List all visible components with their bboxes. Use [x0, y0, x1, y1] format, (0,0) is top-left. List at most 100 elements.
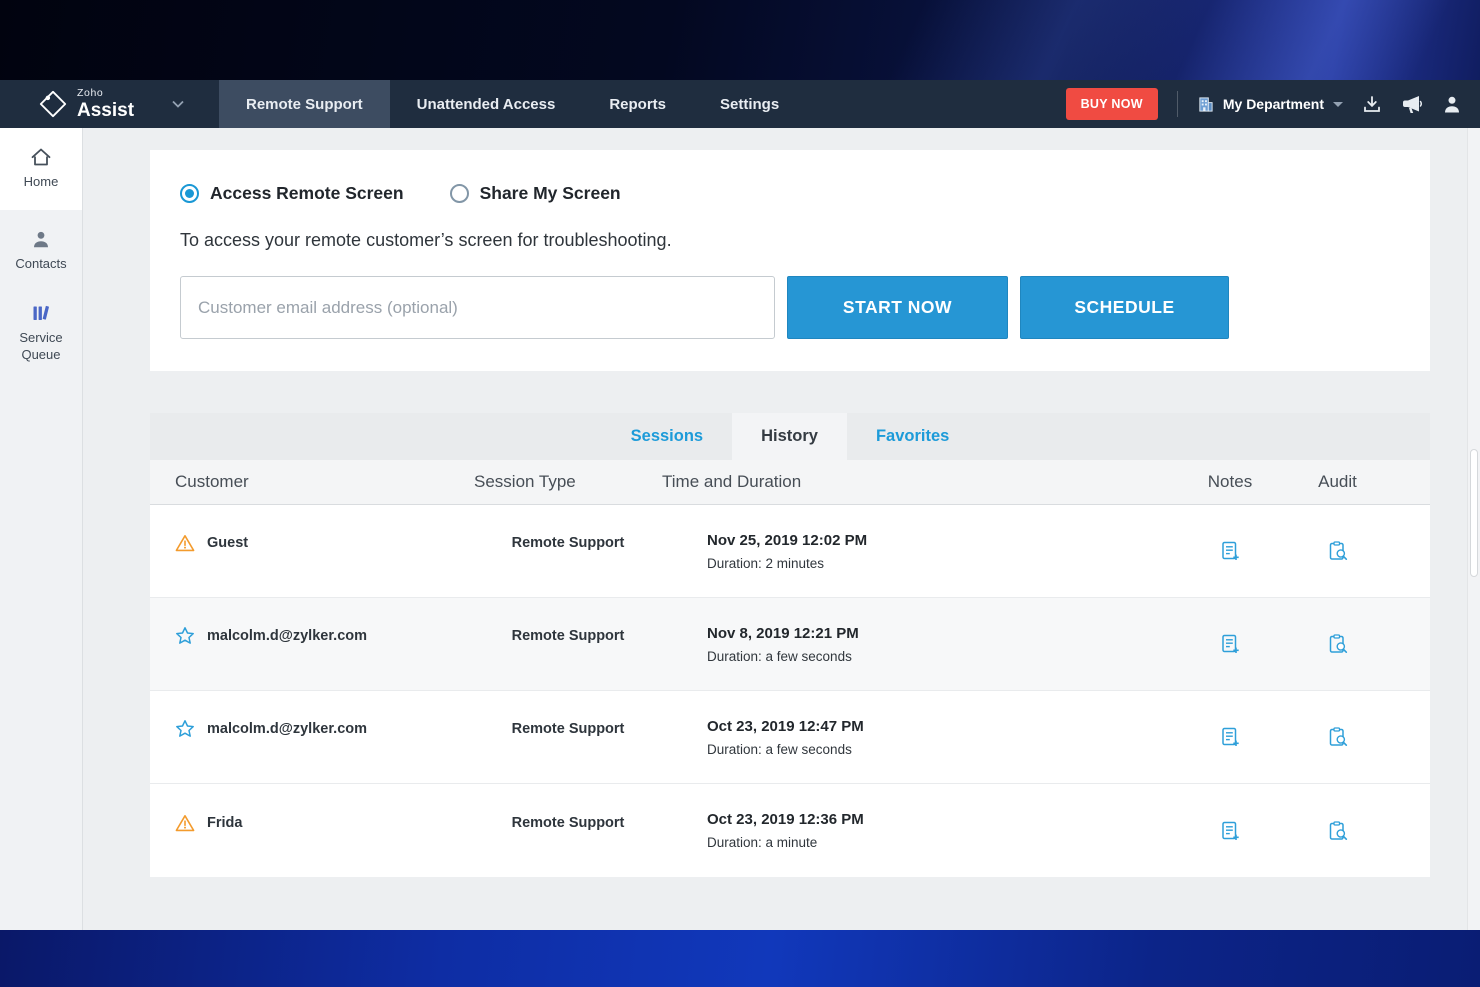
sessions-section: Sessions History Favorites Customer Sess…	[150, 413, 1430, 877]
sidebar-item-label: Contacts	[15, 256, 66, 273]
favorite-star-icon[interactable]	[175, 719, 195, 739]
nav-reports[interactable]: Reports	[582, 80, 693, 128]
chevron-down-icon[interactable]	[172, 100, 184, 108]
header-notes: Notes	[1180, 472, 1280, 492]
panel-description: To access your remote customer’s screen …	[180, 230, 1400, 251]
nav-remote-support[interactable]: Remote Support	[219, 80, 390, 128]
user-icon[interactable]	[1442, 94, 1462, 114]
session-start-form: START NOW SCHEDULE	[180, 276, 1400, 339]
table-header-row: Customer Session Type Time and Duration …	[150, 460, 1430, 505]
desktop-background-bottom	[0, 930, 1480, 987]
radio-share-my-screen[interactable]: Share My Screen	[450, 183, 621, 204]
notes-add-icon[interactable]	[1180, 820, 1280, 842]
session-type: Remote Support	[474, 535, 662, 551]
screen-mode-radios: Access Remote Screen Share My Screen	[180, 183, 1400, 204]
notes-add-icon[interactable]	[1180, 726, 1280, 748]
main-nav: Remote Support Unattended Access Reports…	[219, 80, 806, 128]
radio-label: Access Remote Screen	[210, 183, 404, 204]
time-cell: Nov 25, 2019 12:02 PM Duration: 2 minute…	[662, 532, 1180, 571]
app-window: Zoho Assist Remote Support Unattended Ac…	[0, 80, 1480, 930]
scrollbar-thumb[interactable]	[1470, 449, 1478, 577]
schedule-button[interactable]: SCHEDULE	[1020, 276, 1229, 339]
department-caret-icon	[1333, 102, 1343, 107]
tab-sessions[interactable]: Sessions	[602, 413, 732, 460]
sidebar-item-label: Service Queue	[5, 330, 77, 364]
customer-name: Frida	[207, 815, 242, 831]
session-duration: Duration: 2 minutes	[707, 556, 1180, 571]
time-cell: Oct 23, 2019 12:36 PM Duration: a minute	[662, 811, 1180, 850]
department-label: My Department	[1223, 96, 1324, 112]
main-content: Access Remote Screen Share My Screen To …	[83, 128, 1480, 930]
customer-cell: malcolm.d@zylker.com	[175, 626, 474, 646]
warning-icon	[175, 534, 195, 552]
radio-selected-icon	[180, 184, 199, 203]
tab-history[interactable]: History	[732, 413, 847, 460]
radio-unselected-icon	[450, 184, 469, 203]
home-icon	[30, 147, 52, 167]
header-time-duration: Time and Duration	[662, 472, 1180, 492]
header-session-type: Session Type	[474, 472, 662, 492]
session-type: Remote Support	[474, 628, 662, 644]
session-time: Nov 25, 2019 12:02 PM	[707, 532, 1180, 549]
notes-add-icon[interactable]	[1180, 633, 1280, 655]
table-row: Guest Remote Support Nov 25, 2019 12:02 …	[150, 505, 1430, 598]
time-cell: Oct 23, 2019 12:47 PM Duration: a few se…	[662, 718, 1180, 757]
sidebar-item-contacts[interactable]: Contacts	[0, 210, 82, 292]
brand-zoho: Zoho	[77, 88, 134, 99]
table-row: malcolm.d@zylker.com Remote Support Oct …	[150, 691, 1430, 784]
history-table: Customer Session Type Time and Duration …	[150, 460, 1430, 877]
sidebar-item-label: Home	[24, 174, 59, 191]
left-sidebar: Home Contacts Service Queue	[0, 128, 83, 930]
department-selector[interactable]: My Department	[1197, 96, 1343, 113]
customer-cell: Frida	[175, 814, 474, 832]
sidebar-item-home[interactable]: Home	[0, 128, 82, 210]
app-body: Home Contacts Service Queue	[0, 128, 1480, 930]
announcement-icon[interactable]	[1401, 94, 1423, 114]
tab-favorites[interactable]: Favorites	[847, 413, 978, 460]
notes-add-icon[interactable]	[1180, 540, 1280, 562]
warning-icon	[175, 814, 195, 832]
favorite-star-icon[interactable]	[175, 626, 195, 646]
session-duration: Duration: a few seconds	[707, 742, 1180, 757]
customer-name: Guest	[207, 535, 248, 551]
vertical-scrollbar[interactable]	[1467, 128, 1480, 930]
top-navbar: Zoho Assist Remote Support Unattended Ac…	[0, 80, 1480, 128]
nav-unattended-access[interactable]: Unattended Access	[390, 80, 583, 128]
session-duration: Duration: a few seconds	[707, 649, 1180, 664]
service-queue-icon	[31, 303, 52, 323]
sessions-tabbar: Sessions History Favorites	[150, 413, 1430, 460]
brand-product: Assist	[77, 101, 134, 120]
customer-email-input[interactable]	[180, 276, 775, 339]
radio-access-remote-screen[interactable]: Access Remote Screen	[180, 183, 404, 204]
brand-text: Zoho Assist	[77, 88, 134, 120]
building-icon	[1197, 96, 1214, 113]
download-icon[interactable]	[1362, 94, 1382, 114]
table-row: malcolm.d@zylker.com Remote Support Nov …	[150, 598, 1430, 691]
audit-view-icon[interactable]	[1280, 726, 1395, 748]
zoho-assist-logo-icon	[38, 89, 68, 119]
brand[interactable]: Zoho Assist	[0, 80, 219, 128]
navbar-divider	[1177, 91, 1178, 117]
audit-view-icon[interactable]	[1280, 540, 1395, 562]
start-now-button[interactable]: START NOW	[787, 276, 1008, 339]
header-audit: Audit	[1280, 472, 1395, 492]
session-time: Oct 23, 2019 12:36 PM	[707, 811, 1180, 828]
remote-access-panel: Access Remote Screen Share My Screen To …	[150, 150, 1430, 371]
buy-now-button[interactable]: BUY NOW	[1066, 88, 1158, 120]
customer-cell: Guest	[175, 534, 474, 552]
audit-view-icon[interactable]	[1280, 633, 1395, 655]
time-cell: Nov 8, 2019 12:21 PM Duration: a few sec…	[662, 625, 1180, 664]
customer-name: malcolm.d@zylker.com	[207, 628, 367, 644]
contacts-icon	[31, 229, 51, 249]
navbar-right: BUY NOW My Department	[1066, 80, 1480, 128]
nav-settings[interactable]: Settings	[693, 80, 806, 128]
desktop-background-top	[0, 0, 1480, 80]
session-duration: Duration: a minute	[707, 835, 1180, 850]
audit-view-icon[interactable]	[1280, 820, 1395, 842]
radio-label: Share My Screen	[480, 183, 621, 204]
session-time: Oct 23, 2019 12:47 PM	[707, 718, 1180, 735]
session-type: Remote Support	[474, 721, 662, 737]
sidebar-item-service-queue[interactable]: Service Queue	[0, 292, 82, 374]
header-customer: Customer	[175, 472, 474, 492]
customer-name: malcolm.d@zylker.com	[207, 721, 367, 737]
